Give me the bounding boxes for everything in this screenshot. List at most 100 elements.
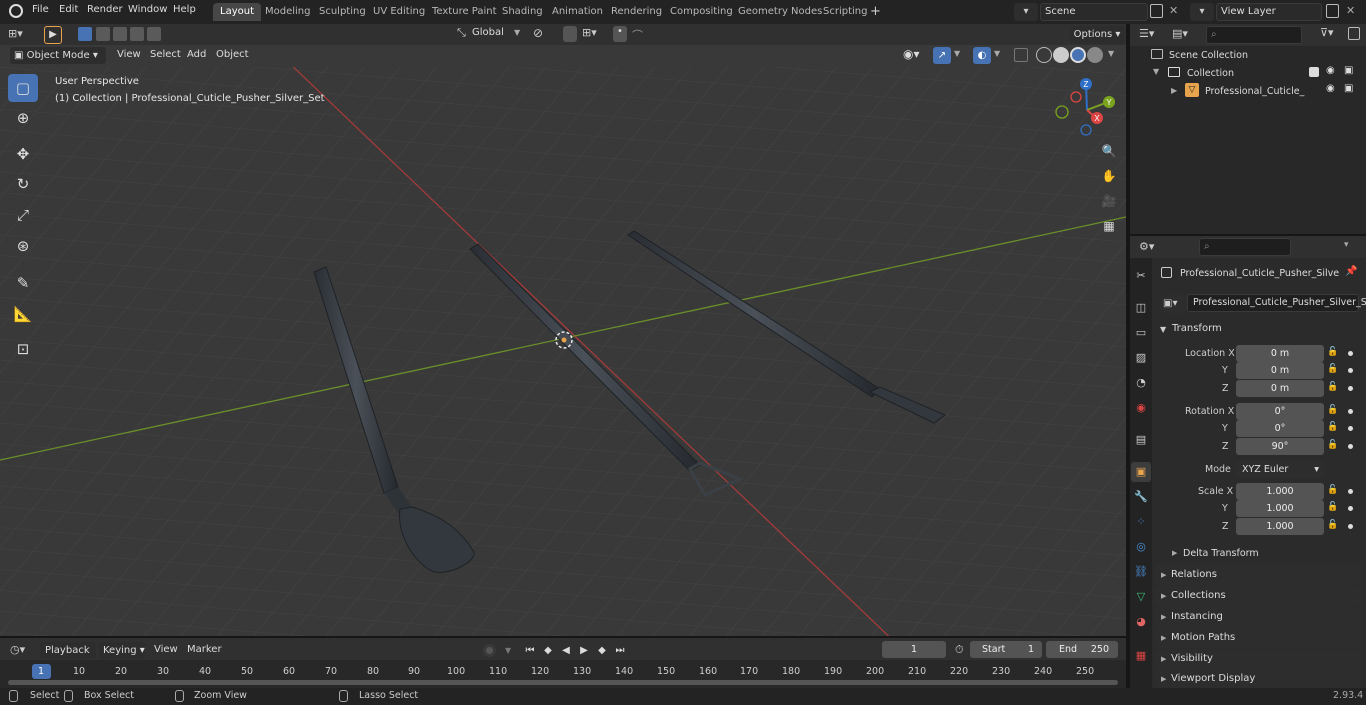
chevron-down-icon[interactable]: ▼ <box>505 646 511 655</box>
outliner-search-input[interactable]: ⌕ <box>1206 26 1302 44</box>
location-z-field[interactable]: 0 m <box>1236 380 1324 397</box>
keyframe-dot-icon[interactable] <box>1348 368 1353 373</box>
collections-panel[interactable]: ▶ Collections <box>1155 586 1362 606</box>
navigation-gizmo[interactable]: Z Y X <box>1052 75 1122 145</box>
outliner-editor-icon[interactable]: ☰▾ <box>1139 27 1154 40</box>
tab-compositing[interactable]: Compositing <box>663 3 740 21</box>
lock-icon[interactable]: 🔓 <box>1327 405 1338 417</box>
transform-expand-icon[interactable]: ▼ <box>1160 325 1166 334</box>
tab-uv-editing[interactable]: UV Editing <box>366 3 432 21</box>
physics-properties-icon[interactable]: ◎ <box>1131 537 1151 557</box>
scene-selector-icon[interactable]: ▾ <box>1014 3 1038 21</box>
menu-edit[interactable]: Edit <box>59 4 78 15</box>
eye-icon[interactable]: ◉ <box>1326 83 1335 94</box>
remove-scene-icon[interactable]: ✕ <box>1169 4 1178 17</box>
timeline-menu-playback[interactable]: Playback ▾ <box>40 642 96 673</box>
scale-y-field[interactable]: 1.000 <box>1236 500 1324 517</box>
view-layer-icon[interactable]: ▾ <box>1190 3 1214 21</box>
viewport-scene[interactable] <box>0 67 1126 637</box>
solid-shading-icon[interactable] <box>1053 47 1069 63</box>
lock-icon[interactable]: 🔓 <box>1327 364 1338 376</box>
gizmo-toggle-icon[interactable]: ↗ <box>933 47 951 64</box>
jump-end-icon[interactable]: ⏭ <box>612 643 628 659</box>
instancing-panel[interactable]: ▶ Instancing <box>1155 607 1362 627</box>
record-icon[interactable] <box>483 644 496 657</box>
eye-icon[interactable]: ◉ <box>1326 65 1335 76</box>
area-divider[interactable] <box>1130 234 1366 236</box>
xray-icon[interactable] <box>1014 48 1028 62</box>
scene-properties-icon[interactable]: ◔ <box>1131 373 1151 393</box>
perspective-toggle-icon[interactable]: ▦ <box>1098 215 1120 237</box>
properties-options-icon[interactable]: ▾ <box>1344 240 1349 250</box>
exclude-checkbox[interactable] <box>1309 67 1319 77</box>
particles-properties-icon[interactable]: ⁘ <box>1131 512 1151 532</box>
lock-icon[interactable]: 🔓 <box>1327 382 1338 394</box>
keyframe-dot-icon[interactable] <box>1348 426 1353 431</box>
rotate-tool[interactable]: ↻ <box>8 170 38 198</box>
object-properties-icon[interactable]: ▣ <box>1131 462 1151 482</box>
display-mode-icon[interactable]: ▤▾ <box>1172 27 1188 40</box>
relations-panel[interactable]: ▶ Relations <box>1155 565 1362 585</box>
rotation-z-field[interactable]: 90° <box>1236 438 1324 455</box>
gizmo-dropdown-icon[interactable]: ▼ <box>954 49 960 58</box>
transform-tool[interactable]: ⊛ <box>8 232 38 260</box>
orientation-icon[interactable]: ⤡ <box>457 26 466 40</box>
filter-icon[interactable]: ⊽▾ <box>1320 26 1334 39</box>
keyframe-dot-icon[interactable] <box>1348 386 1353 391</box>
outliner-scene-collection[interactable]: Scene Collection <box>1169 50 1248 61</box>
tab-animation[interactable]: Animation <box>545 3 610 21</box>
lock-icon[interactable]: 🔓 <box>1327 485 1338 497</box>
delta-transform-expand-icon[interactable]: ▶ <box>1172 549 1177 557</box>
timeline-scrollbar[interactable] <box>8 680 1118 685</box>
viewport-menu-object[interactable]: Object <box>216 49 249 60</box>
location-y-field[interactable]: 0 m <box>1236 362 1324 379</box>
properties-search-input[interactable]: ⌕ <box>1199 238 1291 256</box>
keyframe-dot-icon[interactable] <box>1348 524 1353 529</box>
constraints-properties-icon[interactable]: ⛓ <box>1131 562 1151 582</box>
end-frame-field[interactable]: End 250 <box>1046 641 1118 658</box>
tab-modeling[interactable]: Modeling <box>258 3 318 21</box>
mode-intersect-icon[interactable] <box>147 27 161 41</box>
measure-tool[interactable]: 📐 <box>8 300 38 328</box>
tab-sculpting[interactable]: Sculpting <box>312 3 373 21</box>
editor-type-icon[interactable]: ⊞▾ <box>8 27 34 43</box>
mode-subtract-icon[interactable] <box>113 27 127 41</box>
motion-paths-panel[interactable]: ▶ Motion Paths <box>1155 628 1362 648</box>
move-tool[interactable]: ✥ <box>8 140 38 168</box>
rotation-mode-dropdown[interactable]: XYZ Euler ▾ <box>1236 461 1324 478</box>
tab-rendering[interactable]: Rendering <box>604 3 669 21</box>
current-frame-field[interactable]: 1 <box>882 641 946 658</box>
timeline-menu-marker[interactable]: Marker <box>187 644 222 655</box>
viewport-menu-select[interactable]: Select <box>150 49 181 60</box>
pin-icon[interactable]: 📌 <box>1345 266 1357 277</box>
overlay-dropdown-icon[interactable]: ▼ <box>994 49 1000 58</box>
expand-collection-icon[interactable]: ▼ <box>1153 67 1159 76</box>
keyframe-dot-icon[interactable] <box>1348 409 1353 414</box>
snap-icon[interactable] <box>563 26 577 42</box>
scale-z-field[interactable]: 1.000 <box>1236 518 1324 535</box>
viewport-menu-view[interactable]: View <box>117 49 141 60</box>
object-mode-dropdown[interactable]: ▣ Object Mode ▾ <box>10 47 106 64</box>
render-properties-icon[interactable]: ◫ <box>1131 298 1151 318</box>
new-view-layer-icon[interactable] <box>1326 4 1339 18</box>
select-tool-icon[interactable]: ▶ <box>44 26 62 44</box>
scale-tool[interactable]: ⤢ <box>8 201 38 229</box>
add-cube-tool[interactable]: ⊡ <box>8 335 38 363</box>
rotation-x-field[interactable]: 0° <box>1236 403 1324 420</box>
camera-view-icon[interactable]: 🎥 <box>1098 190 1120 212</box>
keyframe-dot-icon[interactable] <box>1348 351 1353 356</box>
annotate-tool[interactable]: ✎ <box>8 269 38 297</box>
keyframe-dot-icon[interactable] <box>1348 444 1353 449</box>
rotation-y-field[interactable]: 0° <box>1236 420 1324 437</box>
keyframe-dot-icon[interactable] <box>1348 506 1353 511</box>
output-properties-icon[interactable]: ▭ <box>1131 323 1151 343</box>
delta-transform-subpanel[interactable]: Delta Transform <box>1183 548 1259 559</box>
collection-properties-icon[interactable]: ▤ <box>1131 430 1151 450</box>
data-properties-icon[interactable]: ▽ <box>1131 587 1151 607</box>
lock-icon[interactable]: 🔓 <box>1327 347 1338 359</box>
transform-panel-title[interactable]: Transform <box>1172 323 1222 334</box>
snap-target-icon[interactable]: ⊞▾ <box>582 26 597 39</box>
area-divider[interactable] <box>1126 24 1130 688</box>
tab-shading[interactable]: Shading <box>495 3 550 21</box>
options-dropdown[interactable]: Options ▾ <box>1070 26 1124 44</box>
